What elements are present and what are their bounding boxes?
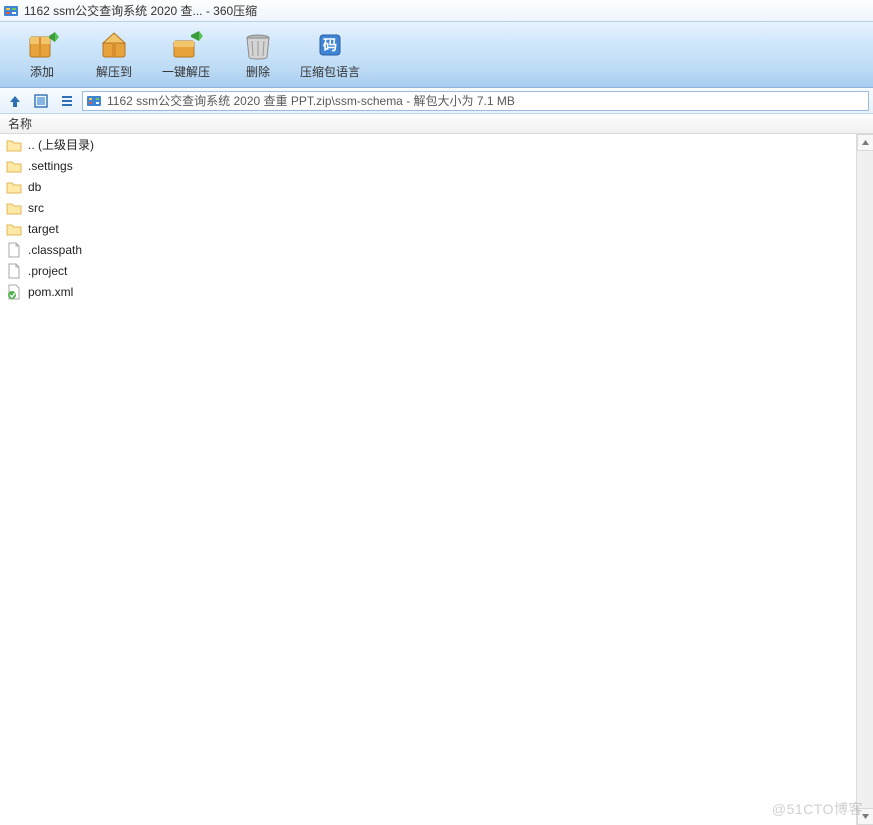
list-item[interactable]: target — [0, 218, 873, 239]
file-name: src — [28, 201, 44, 215]
list-view-icon — [60, 94, 74, 108]
file-name: pom.xml — [28, 285, 73, 299]
svg-text:码: 码 — [323, 37, 337, 53]
archive-path-icon — [87, 94, 101, 108]
add-label: 添加 — [30, 63, 54, 80]
list-item[interactable]: .project — [0, 260, 873, 281]
navigation-bar: 1162 ssm公交查询系统 2020 查重 PPT.zip\ssm-schem… — [0, 88, 873, 114]
archive-extract-icon — [97, 29, 131, 61]
delete-label: 删除 — [246, 63, 270, 80]
file-name: .classpath — [28, 243, 82, 257]
app-icon — [4, 4, 18, 18]
chevron-down-icon — [861, 812, 870, 821]
folder-up-icon — [6, 137, 22, 153]
list-item[interactable]: pom.xml — [0, 281, 873, 302]
one-click-extract-button[interactable]: 一键解压 — [150, 24, 222, 86]
watermark: @51CTO博客 — [772, 799, 863, 819]
file-icon — [6, 242, 22, 258]
add-button[interactable]: 添加 — [6, 24, 78, 86]
folder-icon — [6, 179, 22, 195]
one-click-label: 一键解压 — [162, 63, 210, 80]
up-arrow-icon — [8, 94, 22, 108]
list-item[interactable]: .classpath — [0, 239, 873, 260]
language-label: 压缩包语言 — [300, 63, 360, 80]
window-title: 1162 ssm公交查询系统 2020 查... - 360压缩 — [24, 2, 257, 19]
scroll-down-button[interactable] — [857, 808, 873, 825]
column-header[interactable]: 名称 — [0, 114, 873, 134]
list-item[interactable]: .settings — [0, 155, 873, 176]
vertical-scrollbar[interactable] — [856, 134, 873, 825]
file-name: .project — [28, 264, 67, 278]
list-item[interactable]: db — [0, 176, 873, 197]
xml-file-icon — [6, 284, 22, 300]
column-name: 名称 — [8, 115, 32, 132]
address-bar[interactable]: 1162 ssm公交查询系统 2020 查重 PPT.zip\ssm-schem… — [82, 91, 869, 111]
main-toolbar: 添加 解压到 一键解压 — [0, 22, 873, 88]
extract-to-label: 解压到 — [96, 63, 132, 80]
chevron-up-icon — [861, 138, 870, 147]
up-button[interactable] — [4, 91, 26, 111]
file-list: .. (上级目录) .settings db src target . — [0, 134, 873, 825]
grid-view-icon — [34, 94, 48, 108]
file-name: .settings — [28, 159, 73, 173]
trash-icon — [241, 29, 275, 61]
list-item[interactable]: src — [0, 197, 873, 218]
file-name: .. (上级目录) — [28, 136, 94, 153]
language-icon: 码 — [313, 29, 347, 61]
folder-icon — [6, 221, 22, 237]
folder-icon — [6, 200, 22, 216]
archive-add-icon — [25, 29, 59, 61]
folder-icon — [6, 158, 22, 174]
archive-oneclick-icon — [169, 29, 203, 61]
file-name: db — [28, 180, 41, 194]
view-icons-button[interactable] — [30, 91, 52, 111]
extract-to-button[interactable]: 解压到 — [78, 24, 150, 86]
file-name: target — [28, 222, 59, 236]
list-item-parent[interactable]: .. (上级目录) — [0, 134, 873, 155]
address-path: 1162 ssm公交查询系统 2020 查重 PPT.zip\ssm-schem… — [107, 92, 515, 109]
title-bar: 1162 ssm公交查询系统 2020 查... - 360压缩 — [0, 0, 873, 22]
file-icon — [6, 263, 22, 279]
archive-language-button[interactable]: 码 压缩包语言 — [294, 24, 366, 86]
delete-button[interactable]: 删除 — [222, 24, 294, 86]
scroll-up-button[interactable] — [857, 134, 873, 151]
view-list-button[interactable] — [56, 91, 78, 111]
